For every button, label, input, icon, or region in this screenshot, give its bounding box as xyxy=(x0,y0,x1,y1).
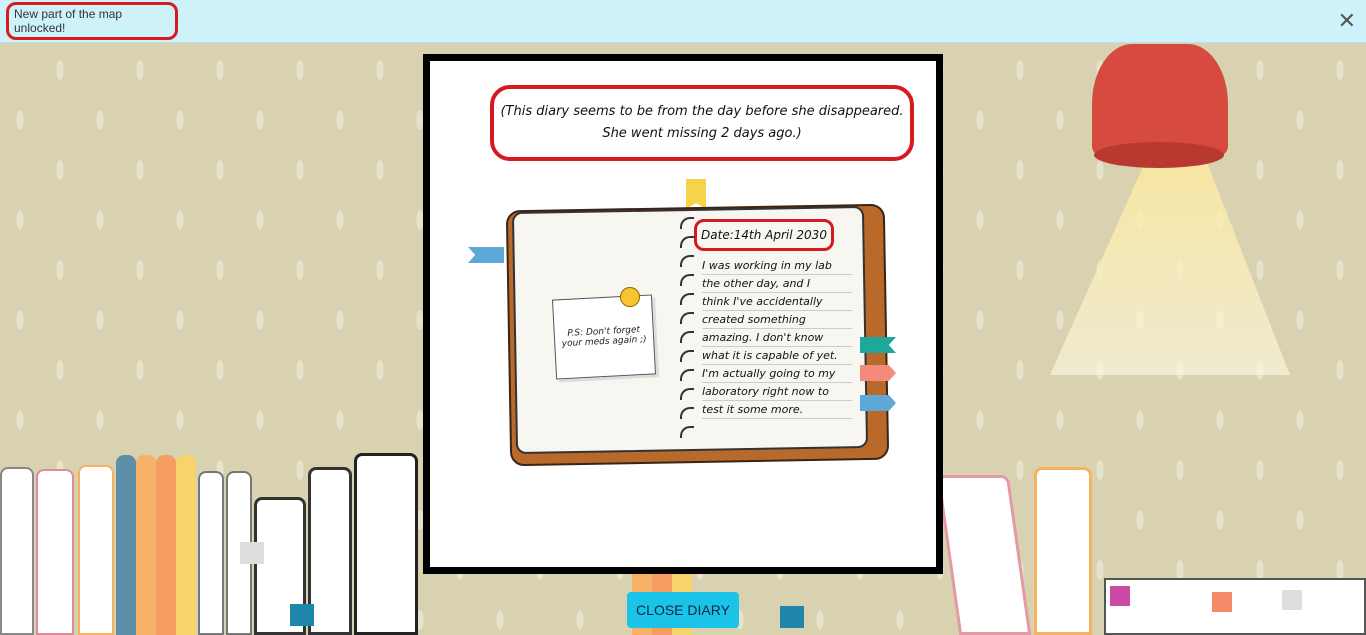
diary-entry: I was working in my lab the other day, an… xyxy=(702,257,852,419)
diary-entry-line: amazing. I don't know xyxy=(702,329,852,347)
lamp-shade xyxy=(1092,44,1228,156)
book xyxy=(156,455,176,635)
book-tab xyxy=(780,606,804,628)
book xyxy=(198,471,224,635)
book xyxy=(78,465,114,635)
book xyxy=(136,455,156,635)
notification-banner: New part of the map unlocked! ✕ xyxy=(0,0,1366,43)
diary-entry-line: I was working in my lab xyxy=(702,257,852,275)
diary-entry-line: I'm actually going to my xyxy=(702,365,852,383)
intro-line-2: She went missing 2 days ago.) xyxy=(602,126,802,141)
diary-entry-line: laboratory right now to xyxy=(702,383,852,401)
book xyxy=(36,469,74,635)
lamp-rim xyxy=(1094,142,1224,168)
diary-entry-line: what it is capable of yet. xyxy=(702,347,852,365)
notebook: P.S: Don't forget your meds again ;) Dat… xyxy=(468,179,900,467)
diary-entry-line: created something xyxy=(702,311,852,329)
diary-date: Date:14th April 2030 xyxy=(694,219,834,251)
book-tab xyxy=(240,542,264,564)
page-tab xyxy=(860,337,896,353)
diary-entry-line: think I've accidentally xyxy=(702,293,852,311)
lying-book xyxy=(1104,578,1366,635)
sticky-note: P.S: Don't forget your meds again ;) xyxy=(551,294,657,380)
notification-text: New part of the map unlocked! xyxy=(6,2,178,40)
book xyxy=(308,467,352,635)
intro-line-1: (This diary seems to be from the day bef… xyxy=(500,104,904,119)
notebook-spiral xyxy=(680,217,696,438)
book xyxy=(1034,467,1092,635)
book xyxy=(176,455,196,635)
ceiling-lamp xyxy=(1092,44,1228,169)
book xyxy=(116,455,136,635)
smiley-paperclip-icon xyxy=(620,287,640,307)
page-tab xyxy=(468,247,504,263)
book-tab xyxy=(290,604,314,626)
book xyxy=(0,467,34,635)
bookmark-ribbon xyxy=(686,179,706,209)
book-tab xyxy=(1110,586,1130,606)
close-diary-button[interactable]: CLOSE DIARY xyxy=(627,592,739,628)
book-tab xyxy=(1212,592,1232,612)
page-tab xyxy=(860,395,896,411)
diary-modal: (This diary seems to be from the day bef… xyxy=(423,54,943,574)
diary-entry-line: the other day, and I xyxy=(702,275,852,293)
book-tab xyxy=(1282,590,1302,610)
diary-entry-line: test it some more. xyxy=(702,401,852,419)
diary-intro: (This diary seems to be from the day bef… xyxy=(490,85,914,161)
page-tab xyxy=(860,365,896,381)
close-icon[interactable]: ✕ xyxy=(1338,8,1356,34)
book xyxy=(354,453,418,635)
